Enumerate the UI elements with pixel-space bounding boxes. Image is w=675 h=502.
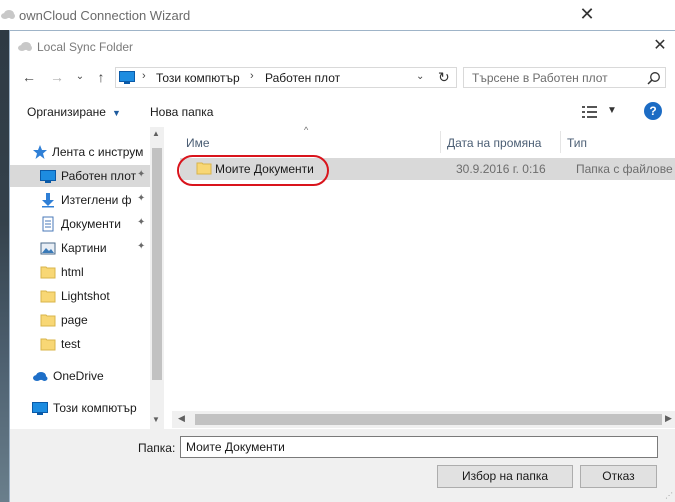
- chevron-down-icon: ▼: [111, 108, 121, 118]
- desktop-icon: [40, 170, 56, 183]
- nav-item-label: Lightshot: [61, 289, 110, 303]
- nav-item-onedrive[interactable]: OneDrive: [10, 365, 150, 387]
- new-folder-button[interactable]: Нова папка: [150, 105, 213, 119]
- nav-item-test[interactable]: test: [10, 333, 150, 355]
- command-bar: Организиране ▼ Нова папка ▼ ?: [10, 97, 675, 126]
- pin-icon: ✦: [137, 193, 146, 204]
- folder-label: Папка:: [138, 441, 176, 455]
- nav-item-label: Картини: [61, 241, 107, 255]
- resize-grip[interactable]: ⋰: [665, 491, 673, 500]
- nav-item-label: page: [61, 313, 88, 327]
- scroll-down-button[interactable]: ▼: [152, 415, 160, 424]
- address-dropdown-button[interactable]: ⌄: [416, 71, 424, 82]
- column-header-date[interactable]: Дата на промяна: [447, 136, 541, 150]
- dialog-close-button[interactable]: ✕: [650, 36, 670, 56]
- select-folder-button[interactable]: Избор на папка: [437, 465, 573, 488]
- onedrive-icon: [33, 372, 48, 381]
- search-input[interactable]: Търсене в Работен плот: [463, 67, 666, 88]
- forward-button[interactable]: →: [48, 68, 66, 86]
- nav-item-label: test: [61, 337, 81, 351]
- navigation-pane-scrollbar[interactable]: ▲ ▼: [150, 127, 164, 429]
- breadcrumb-desktop[interactable]: Работен плот: [265, 71, 340, 85]
- view-dropdown-button[interactable]: ▼: [607, 105, 617, 116]
- scroll-right-button[interactable]: ▶: [665, 413, 672, 424]
- column-header-type[interactable]: Тип: [567, 136, 587, 150]
- folder-icon: [40, 314, 56, 327]
- organize-label: Организиране: [27, 105, 106, 119]
- scrollbar-thumb[interactable]: [152, 148, 162, 380]
- local-sync-folder-dialog: Local Sync Folder ✕ ← → ⌄ ↑ › Този компю…: [9, 30, 675, 502]
- pin-icon: ✦: [137, 169, 146, 180]
- breadcrumb-this-pc[interactable]: Този компютър: [156, 71, 240, 85]
- documents-icon: [42, 216, 54, 232]
- nav-item-label: Документи: [61, 217, 121, 231]
- column-divider[interactable]: [440, 131, 441, 153]
- nav-item-desktop[interactable]: Работен плот ✦: [10, 165, 150, 187]
- owncloud-icon: [18, 42, 32, 51]
- column-divider[interactable]: [560, 131, 561, 153]
- address-separator: ›: [250, 70, 254, 82]
- pin-icon: ✦: [137, 217, 146, 228]
- up-button[interactable]: ↑: [92, 68, 110, 86]
- dialog-title: Local Sync Folder: [37, 40, 134, 54]
- scroll-left-button[interactable]: ◀: [178, 413, 185, 424]
- recent-locations-button[interactable]: ⌄: [71, 68, 89, 86]
- folder-name-input[interactable]: [180, 436, 658, 458]
- scroll-up-button[interactable]: ▲: [152, 129, 160, 138]
- owncloud-icon: [1, 10, 15, 19]
- nav-item-label: OneDrive: [53, 369, 104, 383]
- scrollbar-thumb[interactable]: [195, 414, 662, 425]
- search-icon[interactable]: [647, 71, 661, 85]
- wizard-close-button[interactable]: ✕: [577, 3, 597, 25]
- nav-item-this-pc[interactable]: Този компютър: [10, 397, 150, 419]
- dialog-footer: Папка: Избор на папка Отказ ⋰: [10, 429, 675, 502]
- folder-icon: [40, 290, 56, 303]
- search-placeholder: Търсене в Работен плот: [472, 71, 608, 85]
- file-list-horizontal-scrollbar[interactable]: ◀ ▶: [172, 411, 675, 428]
- help-icon[interactable]: ?: [644, 102, 662, 120]
- nav-item-label: Лента с инструм: [52, 145, 144, 159]
- refresh-button[interactable]: ↻: [438, 69, 450, 86]
- column-header-name[interactable]: Име: [186, 136, 210, 150]
- nav-item-label: Този компютър: [53, 401, 137, 415]
- navigation-pane: Лента с инструм Работен плот ✦ Изтеглени…: [10, 127, 164, 429]
- nav-item-lightshot[interactable]: Lightshot: [10, 285, 150, 307]
- pictures-icon: [40, 242, 56, 255]
- computer-icon: [32, 402, 48, 415]
- pin-icon: ✦: [137, 241, 146, 252]
- organize-button[interactable]: Организиране ▼: [27, 105, 121, 119]
- computer-icon: [119, 71, 135, 84]
- nav-item-label: html: [61, 265, 84, 279]
- file-type: Папка с файлове: [576, 162, 673, 176]
- view-options-icon[interactable]: [581, 105, 599, 119]
- nav-item-pictures[interactable]: Картини ✦: [10, 237, 150, 259]
- file-date: 30.9.2016 г. 0:16: [456, 162, 546, 176]
- nav-item-label: Изтеглени ф: [61, 193, 132, 207]
- nav-item-label: Работен плот: [61, 169, 137, 183]
- wizard-titlebar: ownCloud Connection Wizard ✕: [0, 0, 675, 30]
- folder-icon: [40, 338, 56, 351]
- folder-icon: [40, 266, 56, 279]
- sort-ascending-icon: ^: [304, 125, 309, 135]
- nav-item-downloads[interactable]: Изтеглени ф ✦: [10, 189, 150, 211]
- wizard-title: ownCloud Connection Wizard: [19, 8, 191, 23]
- highlight-annotation: [177, 155, 329, 186]
- nav-item-page[interactable]: page: [10, 309, 150, 331]
- star-icon: [33, 145, 47, 159]
- back-button[interactable]: ←: [20, 68, 38, 86]
- cancel-button[interactable]: Отказ: [580, 465, 657, 488]
- address-separator: ›: [142, 70, 146, 82]
- nav-item-documents[interactable]: Документи ✦: [10, 213, 150, 235]
- nav-item-html[interactable]: html: [10, 261, 150, 283]
- wizard-background-image: [0, 30, 9, 502]
- download-icon: [42, 193, 54, 208]
- nav-item-quick-access[interactable]: Лента с инструм: [10, 141, 150, 163]
- address-bar[interactable]: › Този компютър › Работен плот ⌄ ↻: [115, 67, 457, 88]
